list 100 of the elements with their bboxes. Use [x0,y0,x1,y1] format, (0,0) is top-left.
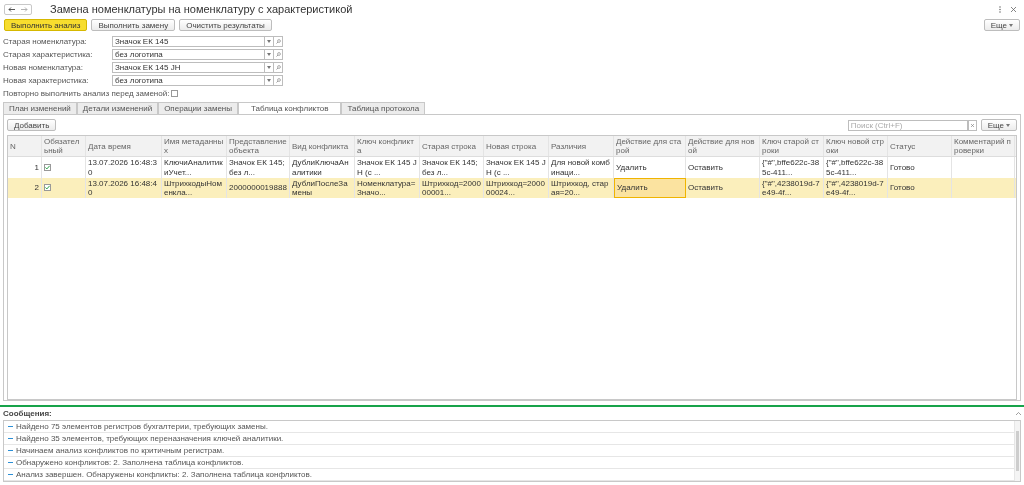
field-label: Новая номенклатура: [3,62,84,72]
clear-icon [970,123,974,127]
window-title: Замена номенклатуры на номенклатуру с характеристикой [50,3,354,15]
table-cell: {"#",bffe622c-385c-411... [824,157,888,178]
message-text: Обнаружено конфликтов: 2. Заполнена таблица конфликтов. [16,458,244,467]
table-cell: ШтрихкодыНоменкла... [162,177,227,199]
column-header[interactable]: Новая строка [484,136,549,157]
table-cell: {"#",4238019d-7e49-4f... [824,177,888,199]
close-icon[interactable] [1011,6,1016,12]
table-cell: ДублиПослеЗамены [290,177,355,199]
table-cell: 2000000019888 [227,177,290,199]
field-label: Старая характеристика: [3,49,94,59]
column-header[interactable]: Имя метаданных [162,136,227,157]
search-icon [275,77,281,83]
tab[interactable]: Детали изменений [76,102,159,114]
dash-icon [8,462,13,463]
table-cell: {"#",4238019d-7e49-4f... [760,177,824,199]
table-cell: Оставить [686,157,760,178]
tab[interactable]: Таблица протокола [341,102,426,114]
toolbar-button[interactable]: Очистить результаты [179,19,272,31]
table-row[interactable] [8,177,1016,199]
table-cell: 1 [8,157,42,178]
clear-button[interactable] [967,119,977,131]
caret-icon [267,78,271,82]
column-header[interactable]: Различия [549,136,614,157]
column-header[interactable]: Дата время [86,136,162,157]
search-icon [275,38,281,44]
input-field[interactable]: Значок ЕК 145 [112,35,265,47]
open-button[interactable] [274,35,283,47]
open-button[interactable] [274,61,283,73]
column-header[interactable]: Комментарий проверки [952,136,1015,157]
column-header[interactable]: Обязательный [42,136,86,157]
table-cell: Для новой комбинаци... [549,157,614,178]
input-field[interactable]: без логотипа [112,74,265,86]
field-label: Новая характеристика: [3,75,90,85]
column-header[interactable]: Ключ новой строки [824,136,888,157]
add-button[interactable]: Добавить [7,119,57,131]
checkbox[interactable] [171,89,179,97]
more-button[interactable]: Еще [983,19,1020,31]
table-cell: Удалить [614,157,686,178]
caret-icon [1009,23,1013,27]
more-button[interactable]: Еще [980,119,1017,131]
column-header[interactable]: Действие для новой [686,136,760,157]
caret-icon [267,65,271,69]
toolbar-button[interactable]: Выполнить анализ [4,19,88,31]
table-cell: Значок ЕК 145; без л... [420,157,484,178]
dropdown-button[interactable] [265,74,274,86]
dash-icon [8,438,13,439]
tab[interactable]: План изменений [3,102,77,114]
table-cell: Номенклатура=Значо... [355,177,420,199]
table-cell: КлючиАналитикиУчет... [162,157,227,178]
caret-icon [267,39,271,43]
back-button[interactable] [5,4,18,14]
column-header[interactable]: Ключ старой строки [760,136,824,157]
table-cell: 13.07.2026 16:48:40 [86,177,162,199]
column-header[interactable]: Действие для старой [614,136,686,157]
table-cell: Готово [888,157,952,178]
column-header[interactable]: Старая строка [420,136,484,157]
dropdown-button[interactable] [265,48,274,60]
message-text: Найдено 35 элементов, требующих переназначения ключей аналитики. [16,434,284,443]
checkbox[interactable] [44,164,51,172]
input-field[interactable]: Значок ЕК 145 JH [112,61,265,73]
checkbox[interactable] [44,184,51,192]
table-cell: 2 [8,177,42,199]
column-header[interactable]: Статус [888,136,952,157]
back-arrow-icon [8,6,15,12]
open-button[interactable] [274,74,283,86]
caret-icon [1006,123,1010,127]
open-button[interactable] [274,48,283,60]
table-cell: 13.07.2026 16:48:30 [86,157,162,178]
field-label: Старая номенклатура: [3,36,88,46]
table-cell: Значок ЕК 145 JH (с ... [355,157,420,178]
checkbox-label: Повторно выполнить анализ перед заменой: [3,88,170,98]
dropdown-button[interactable] [265,61,274,73]
table-cell: Удалить [614,177,686,199]
search-icon [275,64,281,70]
column-header[interactable]: Представление объекта [227,136,290,157]
table-cell: Значок ЕК 145; без л... [227,157,290,178]
column-header[interactable]: Ключ конфликта [355,136,420,157]
message-text: Найдено 75 элементов регистров бухгалтерии, требующих замены. [16,422,268,431]
message-text: Начинаем анализ конфликтов по критичным регистрам. [16,446,225,455]
scrollbar[interactable] [1014,421,1020,481]
dash-icon [8,474,13,475]
toolbar-button[interactable]: Выполнить замену [91,19,176,31]
search-field[interactable]: Поиск (Ctrl+F) [847,119,968,131]
check-icon [45,165,50,171]
dropdown-button[interactable] [265,35,274,47]
tab[interactable]: Операции замены [158,102,238,114]
input-field[interactable]: без логотипа [112,48,265,60]
table-cell: Штрихкод=200000001... [420,177,484,199]
column-header[interactable]: N [8,136,42,157]
messages-title: Сообщения: [3,409,53,418]
tab[interactable]: Таблица конфликтов [238,102,342,114]
search-icon [275,51,281,57]
table-cell: Оставить [686,177,760,199]
collapse-icon[interactable] [1016,412,1021,415]
forward-arrow-icon [21,6,28,12]
caret-icon [267,52,271,56]
column-header[interactable]: Вид конфликта [290,136,355,157]
table-cell: Готово [888,177,952,199]
